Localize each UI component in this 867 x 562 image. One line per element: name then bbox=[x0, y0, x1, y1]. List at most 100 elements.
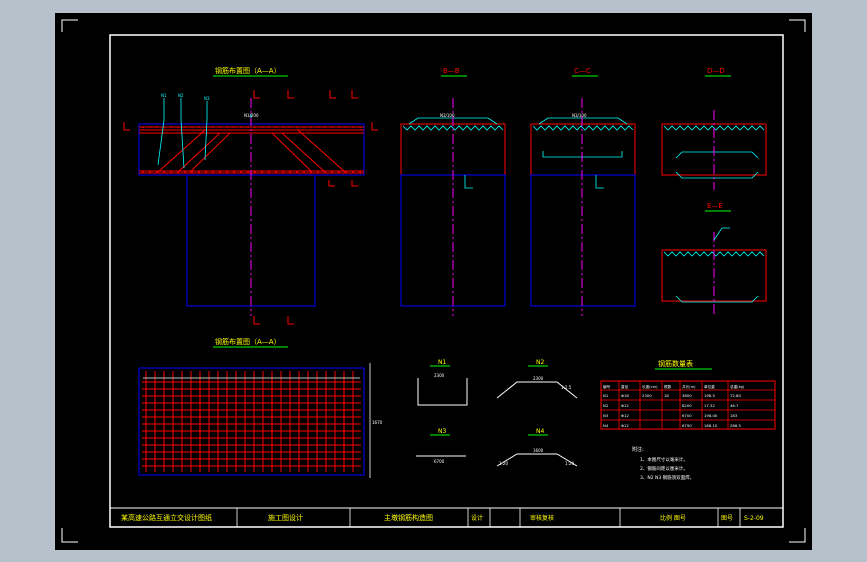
title-sheet-label: 图号 bbox=[721, 515, 733, 522]
rebar-dot bbox=[338, 126, 340, 128]
section-b-cap bbox=[400, 123, 506, 176]
section-c-title: C—C bbox=[574, 67, 591, 75]
cad-drawing: 钢筋布置图（A—A） N1 N2 N3 N1/200 B—B N3/100 C—… bbox=[61, 19, 806, 543]
detail-n4-dim: 1600 bbox=[533, 448, 544, 453]
cad-viewer: 钢筋布置图（A—A） N1 N2 N3 N1/200 B—B N3/100 C—… bbox=[0, 0, 867, 562]
detail-n1-dim: 2300 bbox=[434, 373, 445, 378]
section-b-title: B—B bbox=[443, 67, 460, 75]
table-cell: 17.32 bbox=[704, 403, 715, 408]
title-design-label: 设计 bbox=[471, 514, 483, 522]
rebar-dot bbox=[345, 171, 347, 173]
table-cell: 6700 bbox=[682, 413, 692, 418]
table-cell: Φ12 bbox=[621, 403, 629, 408]
title-designer: 审核复核 bbox=[530, 514, 554, 522]
detail-n3-label: N3 bbox=[438, 428, 446, 435]
rebar-dot bbox=[359, 171, 361, 173]
rebar-dot bbox=[268, 171, 270, 173]
section-c-dim: N3/100 bbox=[572, 113, 587, 118]
table-cell: 6750 bbox=[682, 423, 692, 428]
section-c-bar-ticks bbox=[532, 125, 634, 131]
table-cell: 3600 bbox=[682, 393, 692, 398]
rebar-dot bbox=[282, 171, 284, 173]
rebar-dot bbox=[184, 171, 186, 173]
title-scale-label: 比例 图号 bbox=[660, 514, 686, 522]
elev-tag-n3: N3 bbox=[204, 96, 210, 101]
table-cell: N1 bbox=[603, 393, 609, 398]
section-c-zigzag bbox=[532, 125, 634, 131]
rebar-dot bbox=[275, 171, 277, 173]
rebar-dot bbox=[149, 126, 151, 128]
detail-n1-shape bbox=[417, 378, 468, 406]
rebar-dot bbox=[219, 171, 221, 173]
rebar-quantity-table: 钢筋数量表 编号 直径 长度(cm) 根数 共长(m) 单位重 总重(kg) N1 Φ16 230… bbox=[600, 359, 776, 430]
rebar-dot bbox=[317, 171, 319, 173]
detail-n2-label: N2 bbox=[536, 359, 544, 366]
table-cell: 18 bbox=[664, 393, 669, 398]
elev-tag-n1: N1 bbox=[161, 93, 167, 98]
section-c-column bbox=[530, 174, 636, 307]
rebar-dot bbox=[296, 171, 298, 173]
rebar-dot bbox=[289, 126, 291, 128]
section-b-view: B—B N3/100 bbox=[400, 67, 506, 316]
elevation-view: 钢筋布置图（A—A） N1 N2 N3 N1/200 bbox=[123, 66, 378, 325]
rebar-dot bbox=[240, 171, 242, 173]
detail-n4-left: 1:20 bbox=[499, 461, 508, 466]
rebar-dot bbox=[247, 171, 249, 173]
cap-beam-outline bbox=[138, 123, 365, 176]
elevation-title: 钢筋布置图（A—A） bbox=[215, 66, 281, 75]
title-project: 某高速公路互通立交设计图纸 bbox=[121, 513, 212, 522]
rebar-dot bbox=[233, 171, 235, 173]
rebar-dot bbox=[212, 126, 214, 128]
plan-view: 钢筋布置图（A—A） 1670 bbox=[138, 337, 383, 478]
detail-n2-dim: 2300 bbox=[533, 376, 544, 381]
rebar-dot bbox=[254, 126, 256, 128]
elev-tag-n2: N2 bbox=[178, 93, 184, 98]
rebar-dot bbox=[163, 171, 165, 173]
note-line-3: 3、N2 N3 钢筋须双面焊。 bbox=[640, 474, 694, 481]
elevation-top-dim: N1/200 bbox=[244, 113, 259, 118]
section-c-leader bbox=[595, 175, 604, 189]
rebar-dot bbox=[289, 171, 291, 173]
table-cell: 183 bbox=[730, 413, 738, 418]
rebar-dot bbox=[170, 126, 172, 128]
rebar-dot bbox=[191, 126, 193, 128]
rebar-dot bbox=[184, 126, 186, 128]
table-cell: 8200 bbox=[682, 403, 692, 408]
rebar-dot bbox=[310, 126, 312, 128]
rebar-dot bbox=[345, 126, 347, 128]
table-header-cell: 单位重 bbox=[704, 384, 715, 389]
rebar-dot bbox=[233, 126, 235, 128]
rebar-dot bbox=[275, 126, 277, 128]
title-drawing: 主墩钢筋构造图 bbox=[384, 513, 433, 522]
rebar-dot bbox=[352, 126, 354, 128]
rebar-dot bbox=[247, 126, 249, 128]
detail-n4-right: 1:20 bbox=[565, 461, 574, 466]
note-line-2: 2、钢筋间距以厘米计。 bbox=[640, 465, 688, 472]
rebar-dot bbox=[240, 126, 242, 128]
rebar-dot bbox=[359, 126, 361, 128]
detail-n3-dim: 6700 bbox=[434, 459, 445, 464]
table-cell: N4 bbox=[603, 423, 609, 428]
table-cell: N2 bbox=[603, 403, 609, 408]
table-cell: Φ12 bbox=[621, 423, 629, 428]
rebar-dot bbox=[331, 171, 333, 173]
rebar-dot bbox=[352, 171, 354, 173]
notes-title: 附注: bbox=[632, 446, 644, 453]
table-header-cell: 编号 bbox=[603, 384, 611, 389]
rebar-dot bbox=[254, 171, 256, 173]
table-cell: N3 bbox=[603, 413, 609, 418]
section-b-dim: N3/100 bbox=[440, 113, 455, 118]
drawing-viewport[interactable]: 钢筋布置图（A—A） N1 N2 N3 N1/200 B—B N3/100 C—… bbox=[55, 13, 812, 550]
section-e-leader bbox=[713, 227, 730, 241]
detail-n1-label: N1 bbox=[438, 359, 446, 366]
rebar-dot bbox=[205, 171, 207, 173]
detail-n2-slope: 1:2.5 bbox=[561, 385, 572, 390]
rebar-dot bbox=[268, 126, 270, 128]
rebar-dot bbox=[338, 171, 340, 173]
note-line-1: 1、本图尺寸以毫米计。 bbox=[640, 456, 688, 463]
section-c-cap bbox=[530, 123, 636, 176]
rebar-dot bbox=[324, 126, 326, 128]
section-d-view: D—D bbox=[661, 67, 767, 190]
table-cell: Φ12 bbox=[621, 413, 629, 418]
detail-n4-label: N4 bbox=[536, 428, 544, 435]
